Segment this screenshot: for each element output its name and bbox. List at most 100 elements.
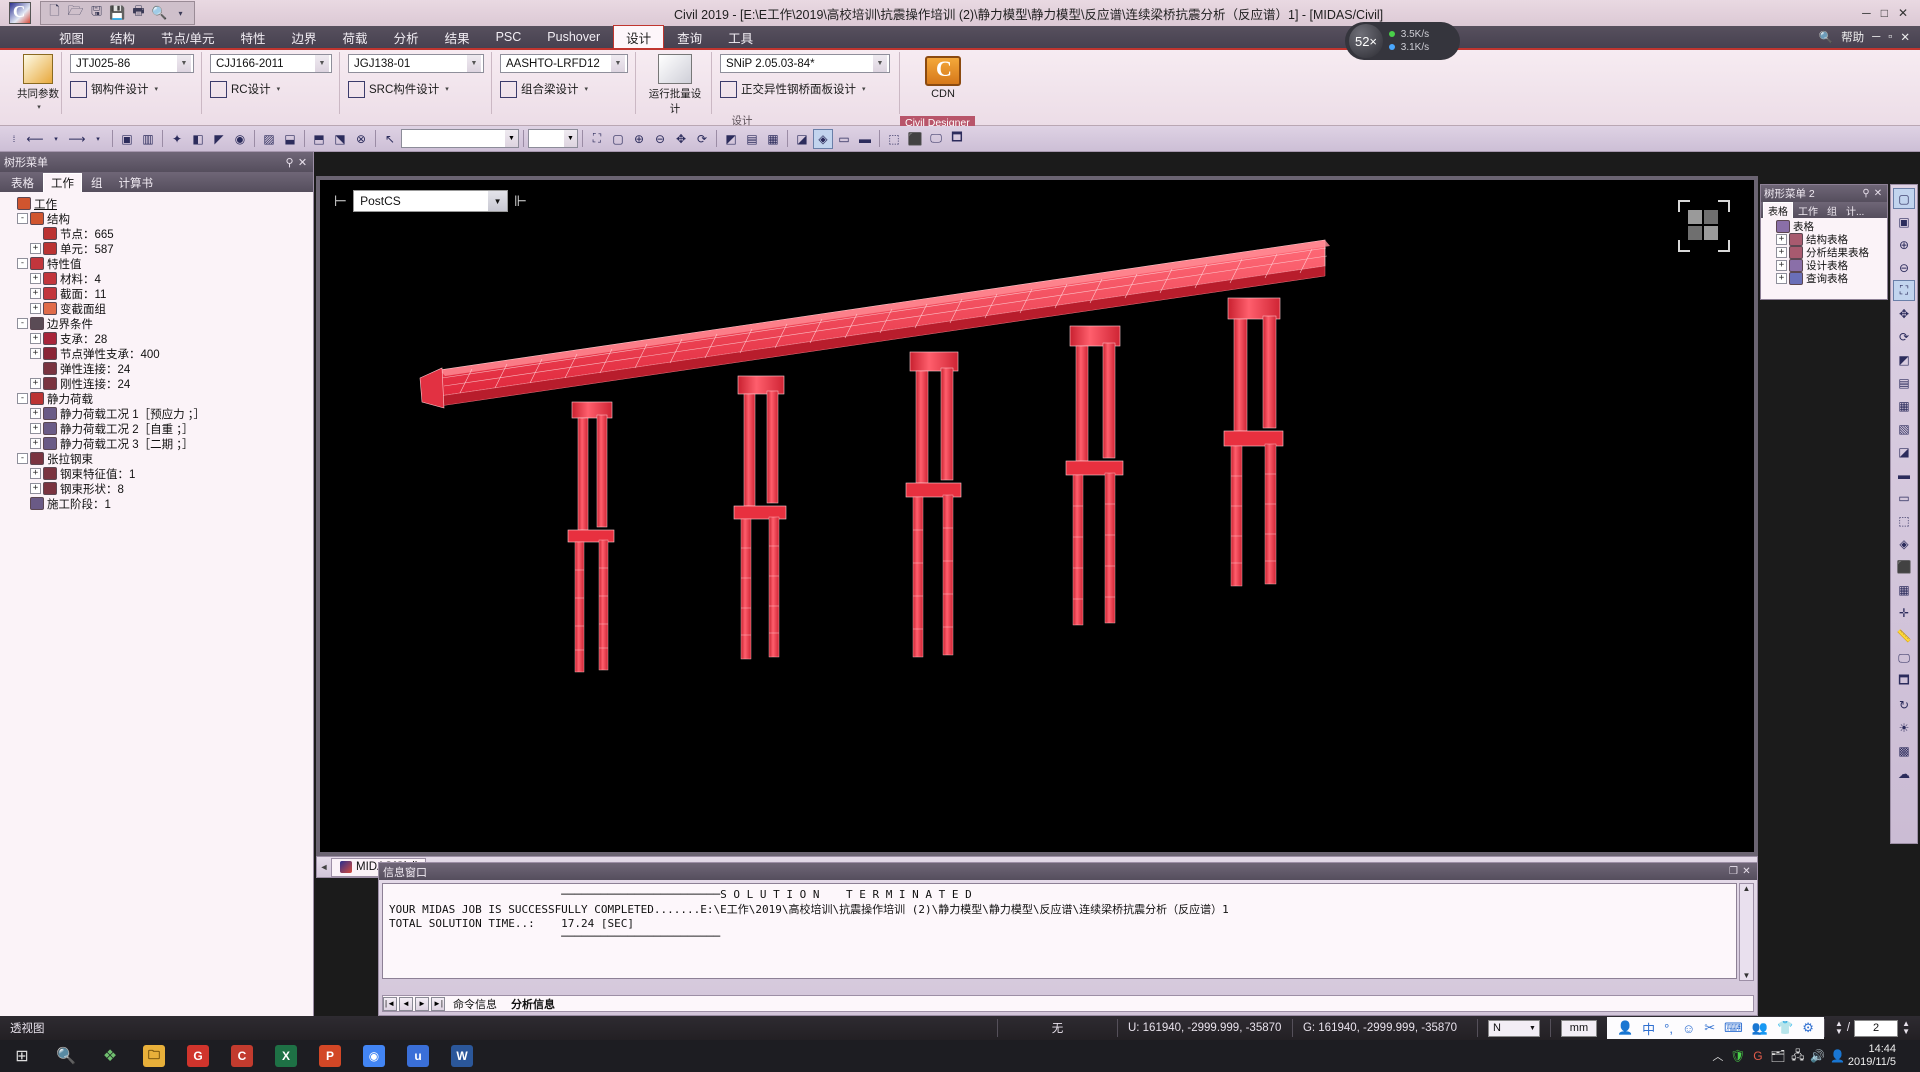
account-icon[interactable]: 👤 [1828, 1040, 1848, 1072]
refresh-icon[interactable]: ↻ [1893, 694, 1915, 715]
shrink-icon[interactable]: ⬚ [1893, 510, 1915, 531]
search-icon[interactable]: 🔍 [44, 1040, 88, 1072]
render-icon[interactable]: ◪ [1893, 441, 1915, 462]
ribbon-minimize-icon[interactable]: ─ [1872, 31, 1880, 43]
ribbon-group-src-design[interactable]: JGJ138-01 ▼ SRC构件设计 ▾ [340, 52, 492, 114]
tab2-tables[interactable]: 表格 [1763, 202, 1793, 218]
zoom-previous-icon[interactable]: ▣ [1893, 211, 1915, 232]
fog-icon[interactable]: ☁ [1893, 763, 1915, 784]
zoom-fit-icon[interactable]: ⛶ [587, 129, 607, 149]
nav-prev-button[interactable]: ◄ [399, 996, 413, 1011]
rc-code-combo[interactable]: CJJ166-2011 ▼ [210, 54, 332, 73]
tree-node[interactable]: + 刚性连接：24 [4, 376, 313, 391]
help-search-icon[interactable]: 🔍 [1819, 30, 1833, 44]
measure-icon[interactable]: 📏 [1893, 625, 1915, 646]
save-as-icon[interactable]: 🖫 [87, 3, 106, 23]
contact-icon[interactable]: 👥 [1752, 1020, 1768, 1036]
close-icon[interactable]: ✕ [296, 156, 309, 169]
unit-force-select[interactable]: N ▼ [1487, 1019, 1540, 1037]
chevron-up-icon[interactable]: ︿ [1708, 1040, 1728, 1072]
taskbar-app-powerpoint[interactable]: P [308, 1040, 352, 1072]
close-icon[interactable]: ✕ [1740, 866, 1753, 877]
render-icon[interactable]: ◪ [792, 129, 812, 149]
right-icon-rail[interactable]: ▢ ▣ ⊕ ⊖ ⛶ ✥ ⟳ ◩ ▤ ▦ ▧ ◪ ▬ ▭ ⬚ ◈ ⬛ ▦ ✛ 📏 🖵 🗖 ↻ ☀ ▩ ☁ [1890, 184, 1918, 844]
save-icon[interactable]: 💾 [108, 4, 127, 23]
model-canvas[interactable]: ⊢ PostCS ▼ ⊩ [320, 180, 1754, 852]
chevron-down-icon[interactable]: ▾ [585, 85, 589, 93]
select-identity-icon[interactable]: ✦ [167, 129, 187, 149]
view-cube-tr[interactable] [1718, 200, 1730, 212]
chevron-down-icon[interactable]: ▾ [155, 85, 159, 93]
menu-item-boundary[interactable]: 边界 [279, 25, 330, 50]
tab2-works[interactable]: 工作 [1794, 203, 1822, 218]
ribbon-group-rc-design[interactable]: CJJ166-2011 ▼ RC设计 ▾ [202, 52, 340, 114]
chevron-down-icon[interactable]: ▼ [315, 55, 329, 72]
new-icon[interactable]: 🗋 [45, 3, 64, 23]
volume-icon[interactable]: 🔊 [1808, 1040, 1828, 1072]
message-scrollbar[interactable]: ▲ ▼ [1739, 883, 1754, 981]
common-params-button[interactable]: 共同参数 ▾ [12, 54, 64, 111]
stage-select[interactable]: PostCS ▼ [353, 190, 509, 212]
collapse-icon[interactable]: - [17, 213, 28, 224]
ribbon-group-cdn[interactable]: CDN Civil Designer [900, 52, 986, 130]
expand-icon[interactable]: + [30, 468, 41, 479]
menu-item-pushover[interactable]: Pushover [534, 27, 613, 47]
group-combo[interactable]: ▼ [528, 129, 578, 148]
zoom-fit-icon[interactable]: ⛶ [1893, 280, 1915, 301]
page-spinner2-icon[interactable]: ▲ ▼ [1902, 1020, 1910, 1036]
undo-icon[interactable]: ⟵ [25, 129, 45, 149]
menubar-right[interactable]: 🔍 帮助 ─ ▫ ✕ [1819, 29, 1920, 45]
display-icon[interactable]: ⬛ [1893, 556, 1915, 577]
zoom-out-icon[interactable]: ⊖ [1893, 257, 1915, 278]
chevron-down-icon[interactable]: ▾ [862, 85, 866, 93]
menu-item-analysis[interactable]: 分析 [381, 25, 432, 50]
tab-command-message[interactable]: 命令信息 [447, 996, 503, 1012]
tree-node[interactable]: + 钢束特征值：1 [4, 466, 313, 481]
ribbon-group-common-params[interactable]: 共同参数 ▾ [4, 52, 62, 114]
taskbar-app-file-explorer[interactable]: 🗀 [132, 1040, 176, 1072]
right-view-icon[interactable]: ▧ [1893, 418, 1915, 439]
top-view-icon[interactable]: ▤ [1893, 372, 1915, 393]
print-preview-icon[interactable]: 🔍 [150, 4, 169, 23]
capture-icon[interactable]: 🖵 [926, 129, 946, 149]
taskbar-app-midas-civil[interactable]: C [220, 1040, 264, 1072]
view-cube-bl[interactable] [1678, 240, 1690, 252]
construction-stage-icon[interactable]: ⊢ [334, 192, 347, 210]
emoji-icon[interactable]: ☺ [1682, 1021, 1695, 1036]
expand-icon[interactable]: + [30, 423, 41, 434]
keyboard-icon[interactable]: ⌨ [1724, 1020, 1743, 1036]
print-icon[interactable]: 🖶 [129, 3, 148, 23]
top-view-icon[interactable]: ▤ [742, 129, 762, 149]
ribbon-group-steel-design[interactable]: JTJ025-86 ▼ 钢构件设计 ▾ [62, 52, 202, 114]
expand-icon[interactable]: + [1776, 234, 1787, 245]
tab2-group[interactable]: 组 [1823, 203, 1841, 218]
tab-tables[interactable]: 表格 [4, 174, 41, 192]
steel-design-button[interactable]: 钢构件设计 ▾ [70, 79, 193, 99]
expand-icon[interactable]: + [30, 348, 41, 359]
scroll-down-icon[interactable]: ▼ [1743, 971, 1751, 980]
pick-icon[interactable]: ↖ [380, 129, 400, 149]
left-panel-tabs[interactable]: 表格 工作 组 计算书 [0, 172, 313, 192]
work-tree[interactable]: 工作 - 结构 节点：665 + 单元：587- 特性值 + 材料：4 + 截面：11 + 变截面组 - 边… [0, 192, 313, 511]
task-view-icon[interactable]: ❖ [88, 1040, 132, 1072]
expand-icon[interactable]: + [1776, 247, 1787, 258]
light-icon[interactable]: ☀ [1893, 717, 1915, 738]
tree-node[interactable]: - 特性值 [4, 256, 313, 271]
zoom-window-icon[interactable]: ▢ [608, 129, 628, 149]
status-unit-force-wrap[interactable]: N ▼ [1476, 1019, 1550, 1037]
expand-icon[interactable]: + [30, 408, 41, 419]
menu-item-load[interactable]: 荷载 [330, 25, 381, 50]
construction-stage-bar[interactable]: ⊢ PostCS ▼ ⊩ [334, 190, 527, 212]
select-intersect-icon[interactable]: ◧ [188, 129, 208, 149]
pan-icon[interactable]: ✥ [1893, 303, 1915, 324]
unselect-window-icon[interactable]: ⬒ [309, 129, 329, 149]
expand-icon[interactable]: + [30, 303, 41, 314]
chevron-down-icon[interactable]: ▾ [445, 85, 449, 93]
menu-item-structure[interactable]: 结构 [97, 25, 148, 50]
unselect-all-icon[interactable]: ⊗ [351, 129, 371, 149]
zoom-in-icon[interactable]: ⊕ [1893, 234, 1915, 255]
rotate-icon[interactable]: ⟳ [1893, 326, 1915, 347]
menu-bar[interactable]: 视图 结构 节点/单元 特性 边界 荷载 分析 结果 PSC Pushover … [0, 25, 1920, 50]
taskbar[interactable]: ⊞ 🔍 ❖ 🗀 G C X P ◉ u W ︿ 🛡 G 🗂 🖧 🔊 👤 14:4… [0, 1040, 1920, 1072]
tree-node[interactable]: + 截面：11 [4, 286, 313, 301]
